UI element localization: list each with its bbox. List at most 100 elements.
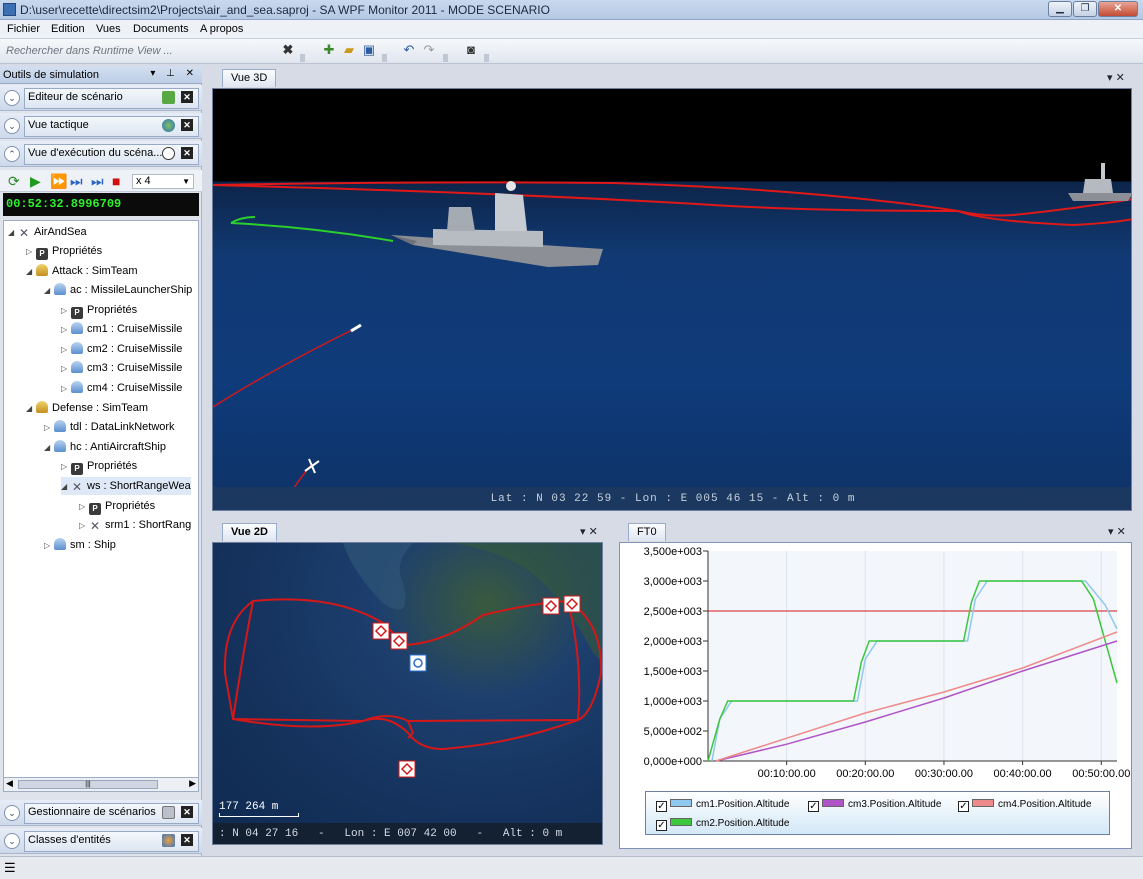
clock-icon xyxy=(162,147,175,160)
menu-fichier[interactable]: Fichier xyxy=(7,23,40,35)
chevron-down-icon[interactable]: ⌄ xyxy=(4,805,20,821)
tools-icon: ✕ xyxy=(18,226,30,240)
minimize-button[interactable]: ▁ xyxy=(1048,1,1072,17)
panel-controls[interactable]: ▾ ✕ xyxy=(580,525,598,538)
close-icon[interactable]: ✕ xyxy=(181,91,193,103)
chevron-down-icon[interactable]: ⌄ xyxy=(4,118,20,134)
legend-item-cm1[interactable]: ✓ cm1.Position.Altitude xyxy=(656,798,789,812)
section-execution-view[interactable]: ⌃ Vue d'exécution du scéna... ✕ xyxy=(0,141,202,167)
y-tick-label: 0,000e+000 xyxy=(644,756,702,768)
missile-symbol xyxy=(372,622,390,640)
tree-item[interactable]: ◢ ✕ AirAndSea xyxy=(8,223,87,241)
tree-item[interactable]: ▷ P Propriétés xyxy=(61,457,137,475)
tree-item[interactable]: ◢ Attack : SimTeam xyxy=(26,262,138,280)
section-label: Classes d'entités xyxy=(28,834,111,846)
close-button[interactable]: ✕ xyxy=(1098,1,1138,17)
chevron-up-icon[interactable]: ⌃ xyxy=(4,146,20,162)
panel-controls[interactable]: ▾ ⊥ ✕ xyxy=(150,68,198,79)
panel-controls[interactable]: ▾ ✕ xyxy=(1108,525,1126,538)
scrollbar-thumb[interactable]: ||| xyxy=(18,780,158,789)
section-entity-classes[interactable]: ⌄ Classes d'entités ✕ xyxy=(0,828,202,854)
chevron-down-icon: ▼ xyxy=(182,177,190,186)
skip-end-icon[interactable]: ⏭ xyxy=(91,173,104,189)
reset-icon[interactable]: ⟳ xyxy=(8,173,20,189)
x-tick-label: 00:10:00.00 xyxy=(758,768,816,780)
tree-item[interactable]: ▷ sm : Ship xyxy=(44,536,116,554)
playback-toolbar: ⟳ ▶ ⏩ ⏭ ⏭ ■ x 4 ▼ xyxy=(0,170,202,192)
tree-item-selected[interactable]: ◢ ✕ ws : ShortRangeWea xyxy=(61,477,191,495)
checkbox[interactable]: ✓ xyxy=(656,801,667,812)
chart-legend: ✓ cm1.Position.Altitude ✓ cm3.Position.Alt… xyxy=(645,791,1110,835)
tree-item[interactable]: ▷ P Propriétés xyxy=(61,301,137,319)
tree-item[interactable]: ▷ P Propriétés xyxy=(26,242,102,260)
tree-item[interactable]: ▷ tdl : DataLinkNetwork xyxy=(44,418,175,436)
view-2d-map[interactable]: 177 264 m : N 04 27 16 - Lon : E 007 42 … xyxy=(212,542,603,845)
tree-item[interactable]: ▷ cm3 : CruiseMissile xyxy=(61,359,182,377)
entity-icon xyxy=(71,361,83,373)
checkbox[interactable]: ✓ xyxy=(808,801,819,812)
tree-item[interactable]: ▷ ✕ srm1 : ShortRang xyxy=(79,516,191,534)
legend-item-cm4[interactable]: ✓ cm4.Position.Altitude xyxy=(958,798,1091,812)
search-input[interactable]: Rechercher dans Runtime View ... xyxy=(6,43,276,60)
tree-item[interactable]: ▷ P Propriétés xyxy=(79,497,155,515)
y-tick-label: 3,500e+003 xyxy=(644,546,702,558)
tree-item[interactable]: ▷ cm2 : CruiseMissile xyxy=(61,340,182,358)
tree-item[interactable]: ▷ cm4 : CruiseMissile xyxy=(61,379,182,397)
chevron-down-icon[interactable]: ⌄ xyxy=(4,833,20,849)
x-tick-label: 00:40:00.00 xyxy=(994,768,1052,780)
maximize-button[interactable]: ❐ xyxy=(1073,1,1097,17)
tab-vue-2d[interactable]: Vue 2D xyxy=(222,523,277,541)
open-folder-icon[interactable]: ▰ xyxy=(341,42,357,58)
menu-vues[interactable]: Vues xyxy=(96,23,121,35)
tree-item[interactable]: ▷ cm1 : CruiseMissile xyxy=(61,320,182,338)
close-icon[interactable]: ✕ xyxy=(181,806,193,818)
tools-icon: ✕ xyxy=(71,480,83,494)
legend-item-cm3[interactable]: ✓ cm3.Position.Altitude xyxy=(808,798,941,812)
manager-icon xyxy=(162,806,175,819)
tab-ft0[interactable]: FT0 xyxy=(628,523,666,541)
panel-title: Outils de simulation xyxy=(3,69,99,81)
close-icon[interactable]: ✕ xyxy=(181,119,193,131)
tree-item[interactable]: ◢ hc : AntiAircraftShip xyxy=(44,438,166,456)
speed-select[interactable]: x 4 ▼ xyxy=(132,174,194,189)
menu-a-propos[interactable]: A propos xyxy=(200,23,243,35)
stop-icon[interactable]: ■ xyxy=(112,173,120,189)
step-forward-icon[interactable]: ⏭ xyxy=(70,173,83,189)
close-icon[interactable]: ✕ xyxy=(181,147,193,159)
fast-forward-icon[interactable]: ⏩ xyxy=(50,173,67,189)
section-scenario-manager[interactable]: ⌄ Gestionnaire de scénarios ✕ xyxy=(0,800,202,826)
new-icon[interactable]: ✚ xyxy=(321,42,337,58)
horizontal-scrollbar[interactable]: ◀ ||| ▶ xyxy=(3,777,199,792)
section-scenario-editor[interactable]: ⌄ Editeur de scénario ✕ xyxy=(0,85,202,111)
camera-icon[interactable]: ◙ xyxy=(463,42,479,58)
checkbox[interactable]: ✓ xyxy=(656,820,667,831)
play-icon[interactable]: ▶ xyxy=(30,173,41,189)
tree-item[interactable]: ◢ Defense : SimTeam xyxy=(26,399,148,417)
scroll-left-icon[interactable]: ◀ xyxy=(6,778,13,789)
chevron-down-icon[interactable]: ⌄ xyxy=(4,90,20,106)
undo-icon[interactable]: ↶ xyxy=(401,42,417,58)
menu-documents[interactable]: Documents xyxy=(133,23,189,35)
menu-edition[interactable]: Edition xyxy=(51,23,85,35)
legend-item-cm2[interactable]: ✓ cm2.Position.Altitude xyxy=(656,817,789,831)
x-tick-label: 00:30:00.00 xyxy=(915,768,973,780)
toolbar-grip xyxy=(300,54,305,62)
redo-icon[interactable]: ↷ xyxy=(421,42,437,58)
team-icon xyxy=(36,401,48,413)
map-layer xyxy=(223,543,602,778)
properties-icon: P xyxy=(71,307,83,319)
clear-search-icon[interactable]: ✖ xyxy=(280,42,296,58)
view-3d[interactable]: Lat : N 03 22 59 - Lon : E 005 46 15 - A… xyxy=(212,88,1132,511)
scroll-right-icon[interactable]: ▶ xyxy=(189,778,196,789)
tab-vue-3d[interactable]: Vue 3D xyxy=(222,69,277,87)
save-icon[interactable]: ▣ xyxy=(361,42,377,58)
scale-bar xyxy=(219,813,299,817)
close-icon[interactable]: ✕ xyxy=(181,834,193,846)
tree-item[interactable]: ◢ ac : MissileLauncherShip xyxy=(44,281,192,299)
panel-controls[interactable]: ▾ ✕ xyxy=(1107,71,1125,84)
checkbox[interactable]: ✓ xyxy=(958,801,969,812)
scene-3d xyxy=(213,163,1131,487)
simulation-tools-panel: Outils de simulation ▾ ⊥ ✕ ⌄ Editeur de … xyxy=(0,66,202,856)
section-tactical-view[interactable]: ⌄ Vue tactique ✕ xyxy=(0,113,202,139)
menu-lines-icon[interactable]: ☰ xyxy=(4,860,20,875)
